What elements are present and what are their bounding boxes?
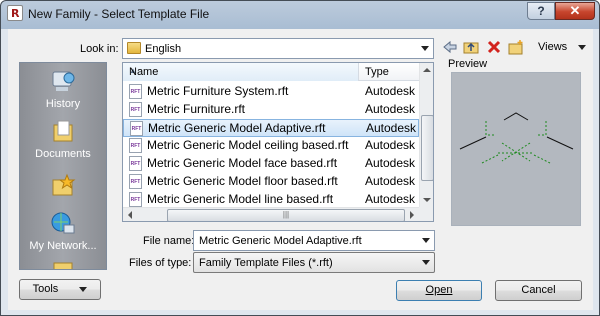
column-header-name[interactable]: ▲ Name bbox=[123, 63, 359, 81]
rft-file-icon: RFT bbox=[129, 156, 142, 171]
file-name-cell: Metric Generic Model face based.rft bbox=[147, 156, 338, 170]
cancel-button[interactable]: Cancel bbox=[495, 280, 582, 301]
list-item[interactable]: RFT Metric Furniture.rft Autodesk R bbox=[123, 101, 427, 119]
tools-button[interactable]: Tools bbox=[19, 279, 101, 300]
folder-icon bbox=[127, 42, 141, 54]
places-bar: History Documents My Network... bbox=[19, 62, 107, 270]
views-label: Views bbox=[538, 41, 568, 53]
file-type-cell: Autodesk R bbox=[365, 138, 428, 152]
rft-file-icon: RFT bbox=[129, 192, 142, 207]
chevron-down-icon bbox=[578, 44, 587, 50]
help-button[interactable]: ? bbox=[527, 2, 555, 20]
file-name-label: File name: bbox=[143, 235, 195, 247]
files-of-type-select[interactable]: Family Template Files (*.rft) bbox=[193, 252, 435, 273]
chevron-down-icon bbox=[79, 286, 88, 292]
tools-label: Tools bbox=[32, 283, 59, 295]
chevron-down-icon[interactable] bbox=[422, 260, 430, 265]
rft-file-icon: RFT bbox=[129, 174, 142, 189]
column-header-type[interactable]: Type bbox=[360, 66, 389, 78]
back-arrow-icon[interactable] bbox=[441, 39, 459, 57]
place-history[interactable]: History bbox=[20, 69, 106, 110]
list-item[interactable]: RFT Metric Generic Model ceiling based.r… bbox=[123, 137, 427, 155]
file-name-cell: Metric Generic Model floor based.rft bbox=[147, 174, 338, 188]
preview-pane bbox=[451, 72, 581, 226]
rft-file-icon: RFT bbox=[129, 138, 142, 153]
file-name-cell: Metric Generic Model ceiling based.rft bbox=[147, 138, 349, 152]
place-label: History bbox=[45, 98, 81, 110]
list-header: ▲ Name Type bbox=[123, 63, 419, 81]
scroll-thumb[interactable]: ||| bbox=[167, 209, 405, 221]
open-button[interactable]: Open bbox=[396, 280, 482, 301]
scroll-thumb[interactable] bbox=[421, 115, 433, 181]
documents-icon bbox=[53, 120, 73, 142]
rft-file-icon: RFT bbox=[129, 84, 142, 99]
list-item[interactable]: RFT Metric Generic Model face based.rft … bbox=[123, 155, 427, 173]
up-folder-icon[interactable] bbox=[462, 39, 480, 57]
file-name-input[interactable]: Metric Generic Model Adaptive.rft bbox=[193, 230, 435, 251]
file-name-cell: Metric Generic Model line based.rft bbox=[147, 192, 334, 206]
file-type-cell: Autodesk R bbox=[365, 156, 428, 170]
column-name-label: Name bbox=[129, 66, 159, 78]
file-type-cell: Autodesk R bbox=[365, 174, 428, 188]
place-label: My Network... bbox=[29, 240, 97, 252]
file-name-cell: Metric Furniture.rft bbox=[147, 102, 246, 116]
folder-icon bbox=[53, 262, 73, 269]
close-button[interactable]: ✕ bbox=[555, 2, 595, 20]
cancel-label: Cancel bbox=[521, 284, 556, 296]
list-item-selected[interactable]: RFT Metric Generic Model Adaptive.rft Au… bbox=[123, 119, 428, 137]
file-list[interactable]: ▲ Name Type RFT Metric Furniture System.… bbox=[122, 62, 434, 222]
open-label: Open bbox=[425, 284, 453, 296]
favorites-folder-icon bbox=[52, 173, 76, 196]
vertical-scrollbar[interactable] bbox=[419, 63, 433, 207]
file-type-cell: Autodesk R bbox=[365, 84, 428, 98]
chevron-down-icon[interactable] bbox=[421, 46, 429, 51]
file-name-cell: Metric Generic Model Adaptive.rft bbox=[148, 121, 326, 135]
list-item[interactable]: RFT Metric Generic Model floor based.rft… bbox=[123, 173, 427, 191]
look-in-value: English bbox=[145, 43, 182, 55]
network-icon bbox=[51, 212, 75, 234]
preview-label: Preview bbox=[448, 58, 488, 70]
place-more[interactable] bbox=[20, 257, 106, 269]
rft-file-icon: RFT bbox=[130, 121, 143, 136]
place-label: Documents bbox=[35, 148, 91, 160]
file-type-cell: Autodesk R bbox=[365, 102, 428, 116]
place-favorites[interactable] bbox=[20, 173, 106, 202]
rft-file-icon: RFT bbox=[129, 102, 142, 117]
list-item[interactable]: RFT Metric Furniture System.rft Autodesk… bbox=[123, 83, 427, 101]
views-button[interactable]: Views bbox=[538, 41, 587, 53]
files-of-type-label: Files of type: bbox=[129, 257, 192, 269]
scroll-left-icon[interactable] bbox=[128, 211, 132, 219]
files-of-type-value: Family Template Files (*.rft) bbox=[199, 257, 333, 269]
file-name-value: Metric Generic Model Adaptive.rft bbox=[199, 235, 362, 247]
scroll-down-icon[interactable] bbox=[423, 198, 431, 202]
window-title: New Family - Select Template File bbox=[28, 7, 210, 21]
adaptive-model-preview-image bbox=[459, 112, 574, 164]
chevron-down-icon[interactable] bbox=[422, 238, 430, 243]
title-bar[interactable]: R New Family - Select Template File ? ✕ bbox=[1, 1, 599, 28]
look-in-label: Look in: bbox=[80, 43, 119, 55]
scrollbar-corner bbox=[419, 207, 433, 221]
new-folder-icon[interactable] bbox=[507, 39, 525, 57]
scroll-right-icon[interactable] bbox=[410, 211, 414, 219]
scroll-up-icon[interactable] bbox=[423, 68, 431, 72]
dialog-body: Look in: English Views History Documents… bbox=[8, 29, 593, 310]
file-name-cell: Metric Furniture System.rft bbox=[147, 84, 289, 98]
look-in-combo[interactable]: English bbox=[122, 38, 434, 59]
history-icon bbox=[52, 71, 75, 91]
revit-icon[interactable]: R bbox=[7, 5, 23, 21]
file-type-cell: Autodesk R bbox=[365, 192, 428, 206]
place-documents[interactable]: Documents bbox=[20, 119, 106, 160]
delete-icon[interactable] bbox=[485, 39, 503, 57]
dialog-window: R New Family - Select Template File ? ✕ … bbox=[0, 0, 600, 316]
place-network[interactable]: My Network... bbox=[20, 211, 106, 252]
horizontal-scrollbar[interactable]: ||| bbox=[123, 207, 419, 221]
